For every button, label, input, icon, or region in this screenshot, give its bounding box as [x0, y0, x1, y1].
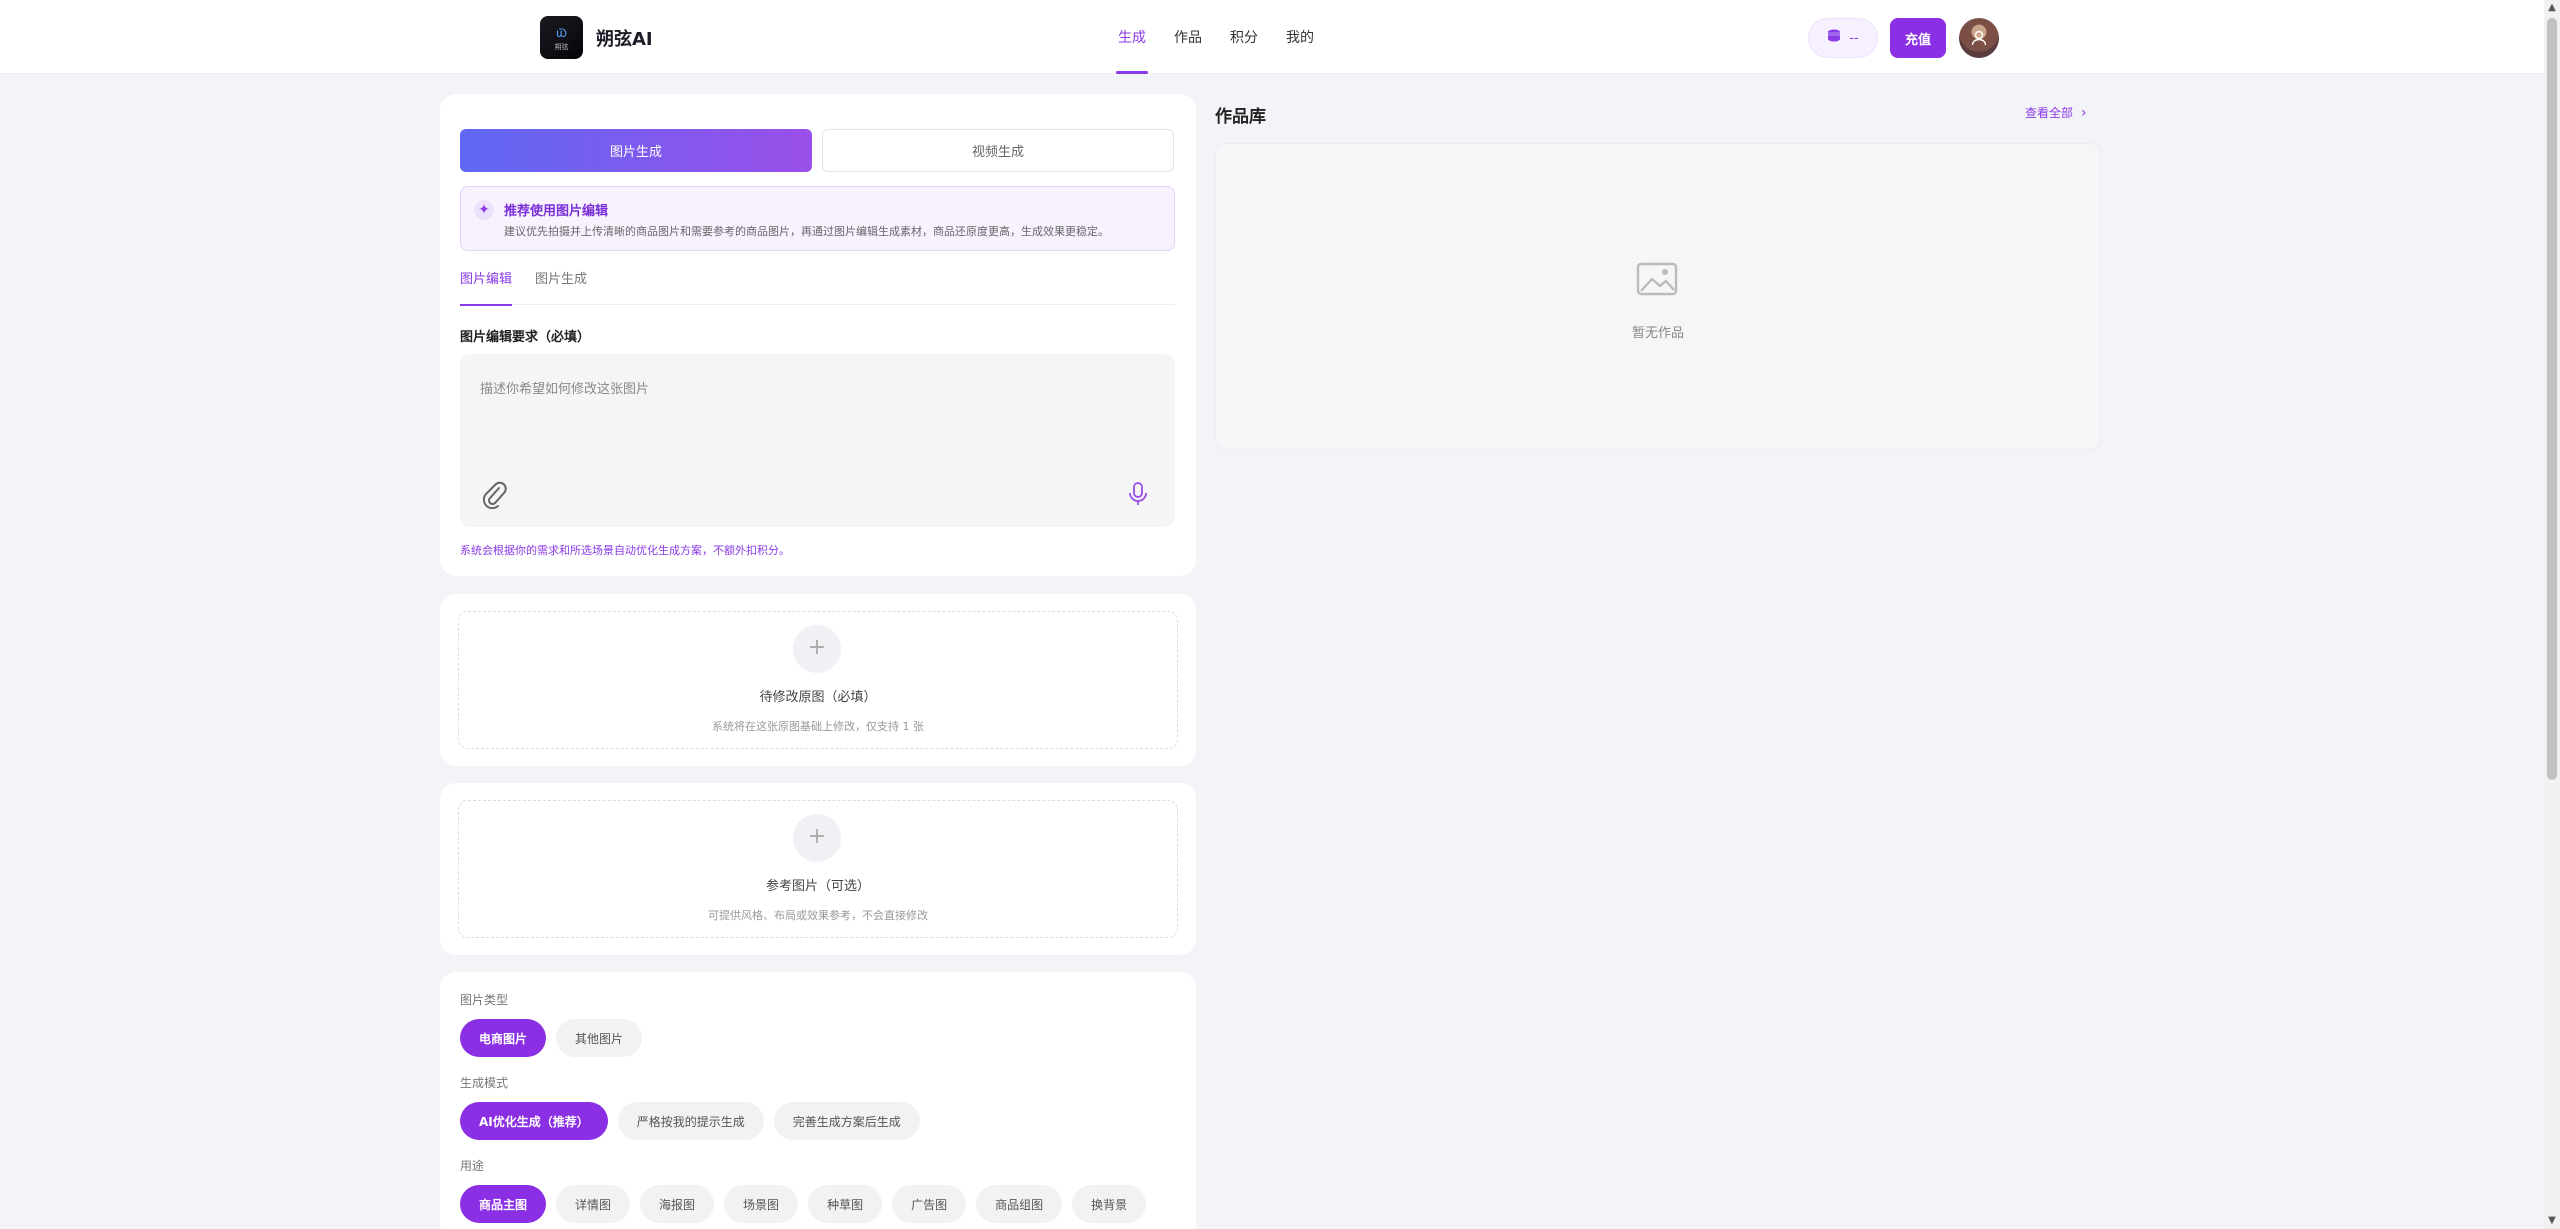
points-value: --: [1849, 30, 1859, 46]
tip-title: 推荐使用图片编辑: [504, 204, 609, 219]
header-actions: -- 充值: [1808, 18, 1999, 58]
tab-image-generation[interactable]: 图片生成: [460, 129, 812, 172]
main-nav: 生成 作品 积分 我的: [1104, 0, 1328, 74]
prompt-box: [460, 354, 1175, 527]
chip-poster-image[interactable]: 海报图: [640, 1185, 715, 1223]
recommend-tip: ✦ 推荐使用图片编辑 建议优先拍摄并上传清晰的商品图片和需要参考的商品图片，再通…: [460, 186, 1175, 251]
chip-strict-prompt[interactable]: 严格按我的提示生成: [617, 1102, 764, 1140]
prompt-input[interactable]: [460, 354, 1175, 464]
microphone-icon[interactable]: [1126, 480, 1150, 508]
nav-works[interactable]: 作品: [1160, 0, 1216, 74]
recharge-button[interactable]: 充值: [1890, 18, 1946, 58]
logo: ௰ 朔弦: [540, 16, 583, 59]
mode-tabs: 图片生成 视频生成: [460, 129, 1174, 172]
view-all-label: 查看全部: [2025, 106, 2074, 120]
plus-icon: +: [793, 625, 841, 673]
empty-works-text: 暂无作品: [1631, 326, 1684, 341]
chevron-right-icon: ›: [2081, 104, 2087, 121]
top-header: ௰ 朔弦 朔弦AI 生成 作品 积分 我的 -- 充值: [0, 0, 2544, 74]
logo-text: 朔弦: [554, 43, 569, 51]
plus-icon: +: [793, 814, 841, 862]
scroll-down-icon[interactable]: ▼: [2544, 1213, 2560, 1229]
reference-image-upload[interactable]: + 参考图片（可选） 可提供风格、布局或效果参考，不会直接修改: [458, 800, 1178, 938]
tab-video-generation[interactable]: 视频生成: [822, 129, 1174, 172]
usage-label: 用途: [460, 1159, 485, 1173]
usage-chips: 商品主图 详情图 海报图 场景图 种草图 广告图 商品组图 换背景: [460, 1185, 1147, 1223]
chip-main-image[interactable]: 商品主图: [460, 1185, 547, 1223]
chip-ad-image[interactable]: 广告图: [892, 1185, 967, 1223]
chip-seeding-image[interactable]: 种草图: [808, 1185, 883, 1223]
chip-product-set[interactable]: 商品组图: [976, 1185, 1063, 1223]
reference-image-card: + 参考图片（可选） 可提供风格、布局或效果参考，不会直接修改: [440, 783, 1196, 955]
sub-tabs: 图片编辑 图片生成: [460, 268, 1175, 306]
scroll-up-icon[interactable]: ▲: [2544, 0, 2560, 16]
image-type-label: 图片类型: [460, 993, 509, 1007]
sparkle-icon: ✦: [474, 200, 494, 220]
subtab-image-edit[interactable]: 图片编辑: [460, 268, 513, 306]
chip-ai-optimized[interactable]: AI优化生成（推荐）: [460, 1102, 608, 1140]
generator-card: 图片生成 视频生成 ✦ 推荐使用图片编辑 建议优先拍摄并上传清晰的商品图片和需要…: [440, 94, 1196, 576]
tip-description: 建议优先拍摄并上传清晰的商品图片和需要参考的商品图片，再通过图片编辑生成素材，商…: [504, 225, 1109, 238]
chip-other-image[interactable]: 其他图片: [556, 1019, 643, 1057]
upload-description: 系统将在这张原图基础上修改，仅支持 1 张: [712, 720, 924, 733]
nav-mine[interactable]: 我的: [1272, 0, 1328, 74]
nav-points[interactable]: 积分: [1216, 0, 1272, 74]
paperclip-icon[interactable]: [480, 479, 508, 509]
nav-generate[interactable]: 生成: [1104, 0, 1160, 74]
chip-detail-image[interactable]: 详情图: [556, 1185, 631, 1223]
chip-ecommerce-image[interactable]: 电商图片: [460, 1019, 547, 1057]
user-icon: [1971, 30, 1987, 46]
coin-stack-icon: [1827, 29, 1841, 48]
brand[interactable]: ௰ 朔弦 朔弦AI: [540, 16, 653, 59]
subtab-image-generate[interactable]: 图片生成: [535, 268, 587, 305]
library-panel: 暂无作品: [1215, 143, 2101, 450]
chip-change-background[interactable]: 换背景: [1072, 1185, 1147, 1223]
library-title: 作品库: [1215, 107, 1266, 127]
image-type-chips: 电商图片 其他图片: [460, 1019, 643, 1057]
upload-title: 待修改原图（必填）: [759, 690, 877, 705]
view-all-link[interactable]: 查看全部 ›: [2025, 104, 2087, 121]
brand-name: 朔弦AI: [596, 28, 653, 50]
scroll-thumb[interactable]: [2547, 18, 2557, 780]
mode-label: 生成模式: [460, 1076, 509, 1090]
logo-mark-icon: ௰: [555, 21, 568, 42]
points-balance[interactable]: --: [1808, 18, 1878, 58]
chip-refine-plan[interactable]: 完善生成方案后生成: [773, 1102, 920, 1140]
upload-description: 可提供风格、布局或效果参考，不会直接修改: [708, 909, 928, 922]
upload-title: 参考图片（可选）: [765, 879, 870, 894]
page-scrollbar[interactable]: ▲ ▼: [2544, 0, 2560, 1229]
options-card: 图片类型 电商图片 其他图片 生成模式 AI优化生成（推荐） 严格按我的提示生成…: [440, 972, 1196, 1229]
source-image-upload[interactable]: + 待修改原图（必填） 系统将在这张原图基础上修改，仅支持 1 张: [458, 611, 1178, 749]
edit-requirement-label: 图片编辑要求（必填）: [460, 330, 591, 345]
image-placeholder-icon: [1636, 262, 1678, 296]
chip-scene-image[interactable]: 场景图: [724, 1185, 799, 1223]
avatar[interactable]: [1959, 18, 1999, 58]
auto-optimize-hint: 系统会根据你的需求和所选场景自动优化生成方案，不额外扣积分。: [460, 544, 790, 557]
mode-chips: AI优化生成（推荐） 严格按我的提示生成 完善生成方案后生成: [460, 1102, 920, 1140]
source-image-card: + 待修改原图（必填） 系统将在这张原图基础上修改，仅支持 1 张: [440, 594, 1196, 766]
